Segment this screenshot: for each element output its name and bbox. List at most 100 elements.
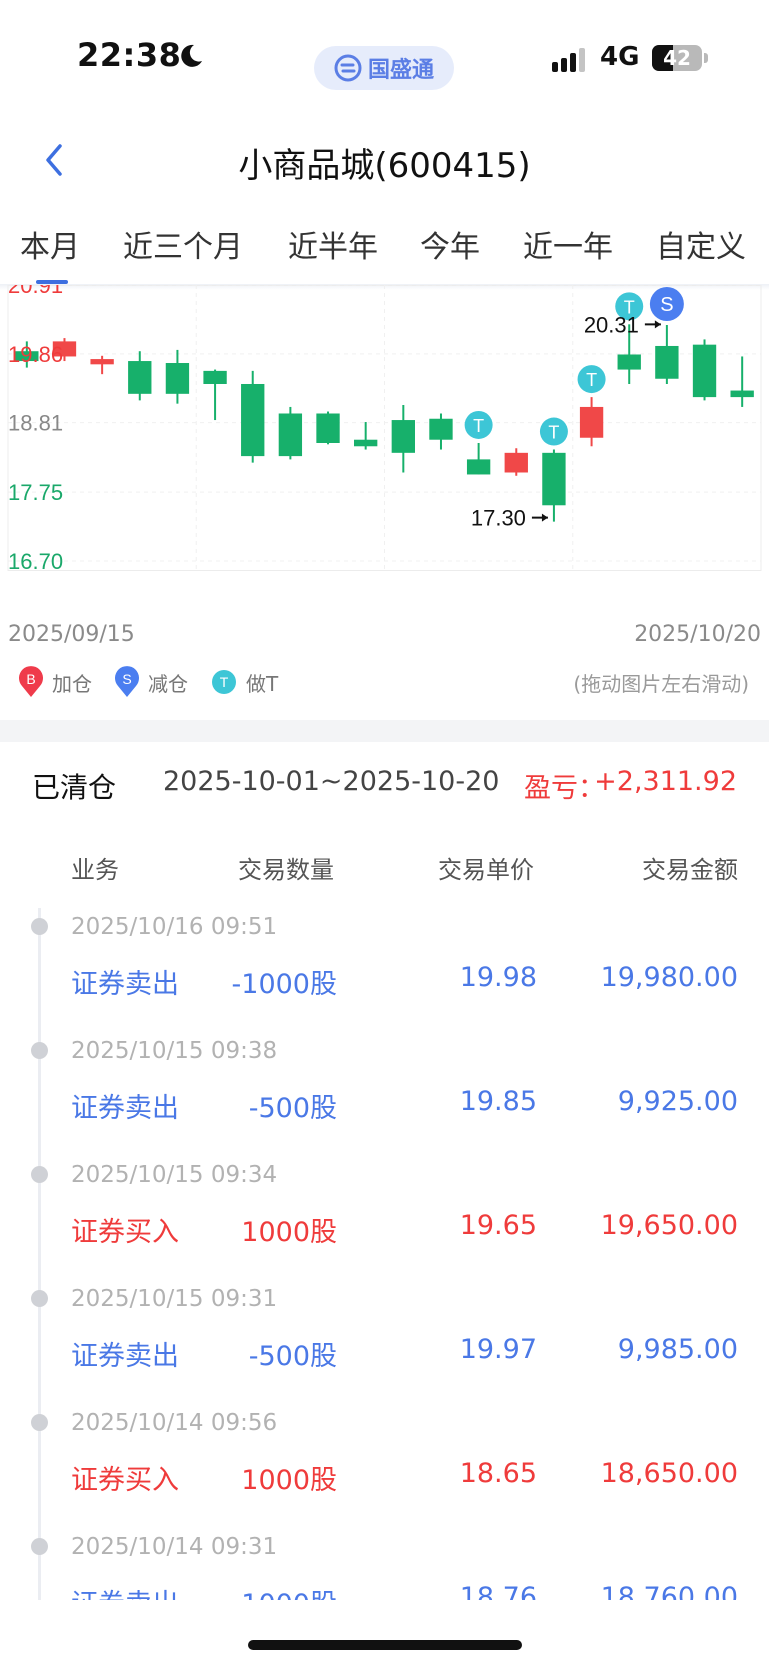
position-status: 已清仓 <box>32 771 117 804</box>
profit-loss-label: 盈亏： <box>524 773 605 804</box>
trade-table-header: 业务 交易数量 交易单价 交易金额 <box>0 846 769 886</box>
y-tick-label: 19.86 <box>8 342 63 367</box>
candle-body <box>241 383 265 457</box>
trade-amount: 18,760.00 <box>600 1582 738 1600</box>
home-indicator[interactable] <box>248 1640 522 1650</box>
legend-label: 减仓 <box>148 671 188 696</box>
tab-three-months[interactable]: 近三个月 <box>123 222 243 266</box>
price-annotation: 20.31 <box>584 312 639 337</box>
candle-body <box>429 418 453 440</box>
trade-record-row[interactable]: 2025/10/14 09:56 证券买入 1000股 18.65 18,650.00 <box>0 1396 769 1520</box>
trade-time: 2025/10/14 09:56 <box>71 1410 278 1436</box>
chart-legend: B 加仓 S 减仓 T 做T <box>18 664 300 700</box>
annotation-arrowhead <box>654 320 661 329</box>
kline-svg[interactable]: 20.9119.8618.8117.7516.70T TTT S20.3117.30 <box>0 285 769 625</box>
battery-tip <box>704 53 708 63</box>
trade-price: 18.76 <box>459 1582 537 1600</box>
legend-label: 做T <box>246 671 279 696</box>
x-axis-end-date: 2025/10/20 <box>634 622 761 647</box>
trade-type: 证券卖出 <box>71 1093 179 1124</box>
trade-record-row[interactable]: 2025/10/15 09:31 证券卖出 -500股 19.97 9,985.00 <box>0 1272 769 1396</box>
trade-quantity: -500股 <box>248 1093 337 1124</box>
trade-quantity: -1000股 <box>231 969 337 1000</box>
annotation-arrowhead <box>541 513 548 522</box>
candle-body <box>504 452 528 473</box>
s-marker-icon: S <box>115 666 139 697</box>
trade-time: 2025/10/15 09:31 <box>71 1286 278 1312</box>
battery-icon: 42 <box>652 45 702 71</box>
trade-time: 2025/10/14 09:31 <box>71 1534 278 1560</box>
candle-body <box>466 459 491 475</box>
tab-custom[interactable]: 自定义 <box>656 222 746 266</box>
page-title: 小商品城(600415) <box>238 146 531 186</box>
candle-body <box>354 439 378 447</box>
trade-price: 19.65 <box>459 1210 537 1241</box>
trade-quantity: 1000股 <box>241 1217 337 1248</box>
y-tick-label: 20.91 <box>8 285 63 298</box>
candle-body <box>542 452 566 506</box>
battery-level: 42 <box>663 46 691 70</box>
candle-body <box>278 413 303 457</box>
trade-amount: 18,650.00 <box>600 1458 738 1489</box>
date-range: 2025-10-01~2025-10-20 <box>163 766 500 797</box>
y-tick-label: 17.75 <box>8 480 63 505</box>
status-bar: 22:38 国盛通 4G 42 <box>0 0 769 110</box>
candle-body <box>203 370 227 384</box>
period-tabs: 本月 近三个月 近半年 今年 近一年 自定义 <box>0 212 769 286</box>
candle-body <box>391 420 415 453</box>
trade-type: 证券买入 <box>71 1217 179 1248</box>
marker-label: T <box>548 423 559 443</box>
header-business: 业务 <box>71 856 119 884</box>
y-tick-label: 18.81 <box>8 411 63 436</box>
trade-amount: 19,980.00 <box>600 962 738 993</box>
trade-amount: 19,650.00 <box>600 1210 738 1241</box>
legend-day-trade: T 做T <box>210 668 278 697</box>
tab-half-year[interactable]: 近半年 <box>288 222 378 266</box>
marker-label: T <box>473 416 484 436</box>
app-indicator[interactable]: 国盛通 <box>314 46 454 90</box>
timeline-dot <box>31 1290 48 1307</box>
tab-one-year[interactable]: 近一年 <box>523 222 613 266</box>
timeline-dot <box>31 1414 48 1431</box>
timeline-dot <box>31 1166 48 1183</box>
x-axis-start-date: 2025/09/15 <box>8 622 135 647</box>
profit-loss-value: +2,311.92 <box>594 766 737 797</box>
trade-price: 19.97 <box>459 1334 537 1365</box>
header-amount: 交易金额 <box>642 856 738 884</box>
candle-body <box>617 354 641 370</box>
header-unit-price: 交易单价 <box>438 856 534 884</box>
trade-amount: 9,985.00 <box>617 1334 738 1365</box>
legend-label: 加仓 <box>52 671 92 696</box>
kline-chart[interactable]: 20.91 19.86 18.81 17.75 16.70 T T T T S 20.31 17.30 <box>0 285 769 625</box>
app-name: 国盛通 <box>367 58 434 83</box>
trade-quantity: -1000股 <box>232 1582 337 1600</box>
marker-label: T <box>586 370 597 390</box>
marker-label: S <box>660 294 673 316</box>
trade-record-row[interactable]: 2025/10/15 09:34 证券买入 1000股 19.65 19,650.00 <box>0 1148 769 1272</box>
svg-text:T: T <box>220 674 229 690</box>
trade-amount: 9,925.00 <box>617 1086 738 1117</box>
tab-this-month[interactable]: 本月 <box>20 222 80 266</box>
trade-type: 证券卖出 <box>71 1341 179 1372</box>
price-annotation: 17.30 <box>471 506 526 531</box>
t-marker-icon: T <box>212 670 236 694</box>
trade-price: 19.85 <box>459 1086 537 1117</box>
candle-body <box>90 359 114 365</box>
timeline-dot <box>31 1042 48 1059</box>
trade-time: 2025/10/16 09:51 <box>71 914 278 940</box>
trade-record-row[interactable]: 2025/10/14 09:31 证券卖出 -1000股 18.76 18,760.00 <box>0 1520 769 1600</box>
trade-record-row[interactable]: 2025/10/16 09:51 证券卖出 -1000股 19.98 19,980.00 <box>0 900 769 1024</box>
trade-time: 2025/10/15 09:38 <box>71 1038 278 1064</box>
trade-record-row[interactable]: 2025/10/15 09:38 证券卖出 -500股 19.85 9,925.00 <box>0 1024 769 1148</box>
title-bar: 小商品城(600415) <box>0 120 769 200</box>
trade-records-list[interactable]: 2025/10/16 09:51 证券卖出 -1000股 19.98 19,980.00… <box>0 900 769 1600</box>
trade-price: 19.98 <box>459 962 537 993</box>
y-tick-label: 16.70 <box>8 549 63 574</box>
tab-this-year[interactable]: 今年 <box>420 222 480 266</box>
position-summary: 已清仓 2025-10-01~2025-10-20 盈亏： +2,311.92 <box>0 760 769 810</box>
trade-quantity: 1000股 <box>241 1465 337 1496</box>
candle-body <box>579 406 604 438</box>
legend-reduce-position: S 减仓 <box>114 666 188 698</box>
trade-type: 证券卖出 <box>71 1582 179 1600</box>
timeline-dot <box>31 918 48 935</box>
